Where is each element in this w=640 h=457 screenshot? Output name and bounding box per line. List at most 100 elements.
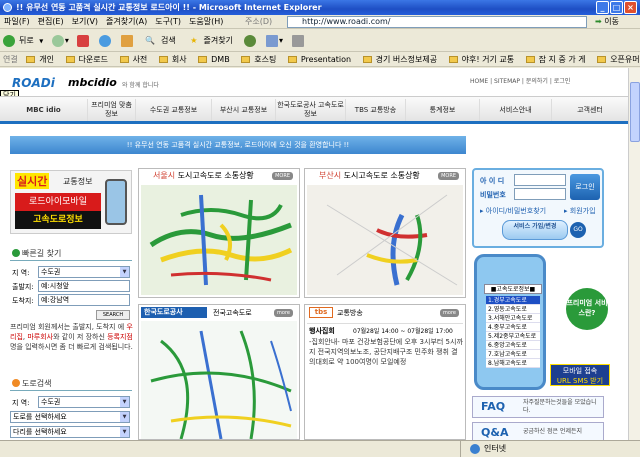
nav-stats[interactable]: 통계정보 [406,99,480,121]
event-text[interactable]: -집회안내- 마포 건강보험공단에 오후 3시부터 5시까지 전국지역의보노조,… [309,337,463,367]
login-button[interactable]: 로그인 [570,174,600,200]
links-bar: 연결 개인 다운로드 사전 회사 DMB 호스팅 Presentation 경기… [0,52,640,67]
seoul-traffic-map[interactable] [141,185,297,295]
faq-box[interactable]: FAQ 자주질문하는것들을 모았습니다. [472,396,604,418]
phone-menu-item[interactable]: 8.남해고속도로 [486,359,540,368]
service-go-button[interactable]: GO [570,222,586,238]
promo-tag2: 교통정보 [63,177,93,186]
bridge-select[interactable]: 다리를 선택하세요 [10,426,130,438]
window-title-bar[interactable]: !! 유무선 연동 고품격 실시간 교통정보 로드아이 !! - Microso… [0,0,640,15]
print-button[interactable] [289,30,308,52]
busan-traffic-map[interactable] [307,185,463,295]
road-select[interactable]: 도로를 선택하세요 [10,411,130,423]
menu-edit[interactable]: 편집(E) [34,15,68,29]
maximize-button[interactable]: □ [610,1,623,14]
star-icon: ★ [190,36,198,45]
nav-expressway[interactable]: 한국도로공사 고속도로정보 [276,99,346,121]
stop-button[interactable] [74,30,93,52]
history-button[interactable] [241,30,260,52]
from-input[interactable]: 예:시청앞 [38,280,130,292]
scrollbar-thumb[interactable] [630,82,640,142]
nav-capital[interactable]: 수도권 교통정보 [136,99,212,121]
qna-box[interactable]: Q&A 궁금하신 점은 언제든지 [472,422,604,440]
password-input[interactable] [514,188,566,200]
vertical-scrollbar[interactable] [628,68,640,440]
road-region-select[interactable]: 수도권 [38,396,130,408]
mail-button[interactable]: ▾ [263,30,286,52]
promo-tag: 실시간 [15,173,50,189]
top-link-home[interactable]: HOME [470,78,488,85]
search-button[interactable]: 🔍 검색 [139,30,182,53]
nav-service[interactable]: 서비스안내 [480,99,552,121]
menu-help[interactable]: 도움말(H) [185,15,227,29]
folder-icon [448,56,458,63]
link-item[interactable]: 잡 지 중 가 게 [523,52,592,66]
link-item[interactable]: Presentation [285,52,357,66]
seoul-more-button[interactable]: MORE [272,172,293,180]
phone-menu-item[interactable]: 2.영동고속도로 [486,305,540,314]
link-item[interactable]: 호스팅 [238,52,282,66]
to-input[interactable]: 예:강남역 [38,294,130,306]
premium-bubble[interactable]: 프리미엄 서비스란? [566,288,608,330]
expressway-map-graphic [150,330,292,439]
toolbar: 뒤로 ▾ ▾ 🔍 검색 ★ 즐겨찾기 ▾ [0,30,640,52]
top-link-sitemap[interactable]: SITEMAP [494,78,520,85]
link-item[interactable]: 야후! 거기 교통 [446,52,520,66]
phone-header: ■고속도로정보■ [484,284,542,294]
search-route-button[interactable]: SEARCH [96,310,130,320]
link-item[interactable]: 회사 [156,52,193,66]
roadi-logo[interactable]: ROADi [12,76,55,90]
expressway-panel: 한국도로공사 전국고속도로 more [138,304,300,440]
ie-icon [3,3,12,12]
top-link-contact[interactable]: 문의하기 [526,78,548,85]
busan-more-button[interactable]: MORE [438,172,459,180]
expressway-more-button[interactable]: more [274,309,293,317]
nav-mbc-idio[interactable]: MBC idio [0,99,88,121]
join-link[interactable]: ▸ 회원가입 [564,206,596,216]
back-button[interactable]: 뒤로 ▾ [0,30,46,53]
stop-icon [77,34,90,47]
favorites-button[interactable]: ★ 즐겨찾기 [184,30,239,53]
globe-icon [470,444,480,454]
nav-support[interactable]: 고객센터 [552,99,628,121]
phone-menu-item[interactable]: 4.중부고속도로 [486,323,540,332]
service-signup-button[interactable]: 서비스 가입/변경 [502,220,568,240]
nav-busan[interactable]: 부산시 교통정보 [212,99,276,121]
address-input[interactable]: http://www.roadi.com/ [287,16,587,28]
region-select[interactable]: 수도권 [38,266,130,278]
phone-menu-item[interactable]: 1.경부고속도로 [486,296,540,305]
mobile-url-sms-button[interactable]: 모바일 접속 URL SMS 받기 [550,364,610,386]
phone-menu-item[interactable]: 5.제2중부고속도로 [486,332,540,341]
expressway-map[interactable] [141,321,297,439]
phone-menu-item[interactable]: 6.중앙고속도로 [486,341,540,350]
link-item[interactable]: 경기 버스정보제공 [360,52,443,66]
zone-label: 인터넷 [484,444,507,453]
minimize-button[interactable]: _ [596,1,609,14]
mobile-promo-banner[interactable]: 실시간 교통정보 로드아이모바일 고속도로정보 [10,170,132,234]
mbcidio-logo[interactable]: mbcidio [68,76,117,89]
close-button[interactable]: × [624,1,637,14]
nav-tbs[interactable]: TBS 교통방송 [346,99,406,121]
phone-menu-item[interactable]: 7.호남고속도로 [486,350,540,359]
link-item[interactable]: 사전 [117,52,154,66]
link-item[interactable]: 오픈유머 [594,52,640,66]
top-link-login[interactable]: 로그인 [554,78,571,85]
menu-view[interactable]: 보기(V) [68,15,102,29]
menu-tools[interactable]: 도구(T) [151,15,185,29]
phone-menu-item[interactable]: 3.서해안고속도로 [486,314,540,323]
forward-button[interactable]: ▾ [49,30,72,52]
find-account-link[interactable]: ▸ 아이디/비밀번호찾기 [480,206,546,216]
menu-favorites[interactable]: 즐겨찾기(A) [102,15,151,29]
menu-file[interactable]: 파일(F) [0,15,34,29]
link-item[interactable]: DMB [195,52,236,66]
nav-premium[interactable]: 프리미엄 맞춤정보 [88,99,136,121]
home-icon [120,34,133,47]
id-input[interactable] [514,174,566,186]
link-item[interactable]: 다운로드 [63,52,114,66]
home-button[interactable] [118,30,137,52]
tbs-more-button[interactable]: more [440,309,459,317]
refresh-button[interactable] [96,30,115,52]
go-button[interactable]: ➡ 이동 [595,16,619,28]
link-item[interactable]: 개인 [23,52,60,66]
welcome-banner: !! 유무선 연동 고품격 실시간 교통정보, 로드아이에 오신 것을 환영합니… [10,136,466,154]
